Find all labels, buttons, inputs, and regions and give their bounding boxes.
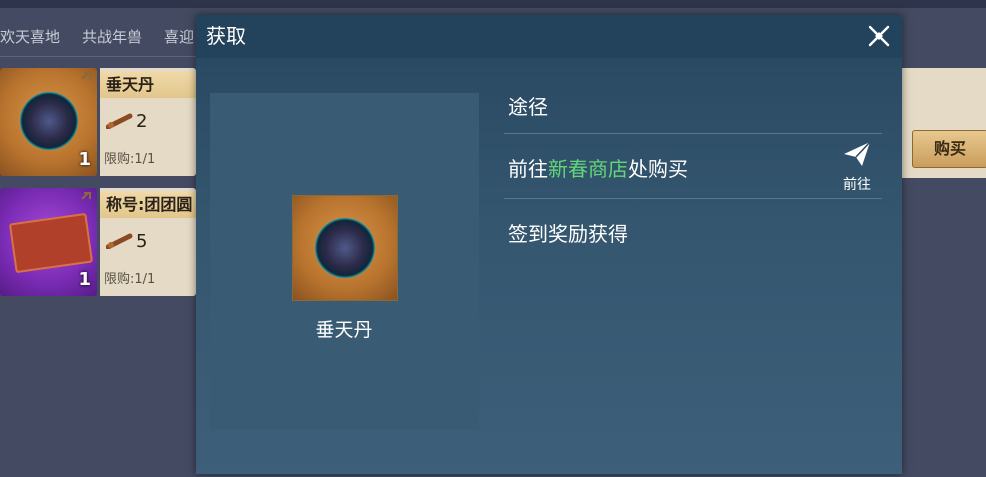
route-prefix: 前往 <box>508 157 548 181</box>
title-badge-icon <box>8 212 94 274</box>
currency-icon <box>106 233 133 249</box>
dialog-title: 获取 <box>206 24 246 48</box>
item-icon: 1 <box>0 188 97 296</box>
item-quantity: 1 <box>78 149 91 170</box>
item-icon: 1 <box>0 68 97 176</box>
shop-link[interactable]: 新春商店 <box>548 157 628 181</box>
item-cost: 5 <box>106 230 147 252</box>
item-name-large: 垂天丹 <box>315 319 373 341</box>
item-icon-large <box>292 195 398 301</box>
acquire-dialog: 获取 垂天丹 途径 前往新春商店处购买 前往 签到奖励获得 <box>196 15 902 474</box>
buy-button[interactable]: 购买 <box>912 130 986 168</box>
divider <box>504 133 882 134</box>
item-limit: 限购:1/1 <box>104 272 156 287</box>
tab-gongzhan[interactable]: 共战年兽 <box>82 26 154 47</box>
route-row-shop: 前往新春商店处购买 <box>508 153 688 182</box>
top-bar <box>0 0 986 8</box>
item-limit: 限购:1/1 <box>104 152 156 167</box>
route-suffix: 处购买 <box>628 157 688 181</box>
item-name: 称号:团团圆 <box>100 192 196 218</box>
currency-icon <box>106 113 133 129</box>
item-name: 垂天丹 <box>100 72 196 98</box>
item-cost-value: 5 <box>136 230 148 252</box>
item-cost: 2 <box>106 110 147 132</box>
goto-label: 前往 <box>843 177 871 193</box>
tab-underline <box>0 56 200 57</box>
item-info: 垂天丹 2 限购:1/1 <box>100 68 196 176</box>
shop-item-card[interactable]: 1 垂天丹 2 限购:1/1 <box>0 68 196 178</box>
item-cost-value: 2 <box>136 110 148 132</box>
paper-plane-icon <box>844 141 871 166</box>
dialog-header: 获取 <box>196 15 902 58</box>
orb-icon <box>315 218 375 278</box>
item-info: 称号:团团圆 5 限购:1/1 <box>100 188 196 296</box>
shop-item-card[interactable]: 1 称号:团团圆 5 限购:1/1 <box>0 188 196 298</box>
close-icon[interactable] <box>866 23 892 49</box>
link-icon <box>81 192 91 200</box>
divider <box>504 198 882 199</box>
item-quantity: 1 <box>78 269 91 290</box>
link-icon <box>81 72 91 80</box>
orb-icon <box>19 92 78 150</box>
route-section-title: 途径 <box>508 95 548 119</box>
goto-button[interactable]: 前往 <box>836 140 878 193</box>
route-row-signin: 签到奖励获得 <box>508 222 628 246</box>
tab-huantian[interactable]: 欢天喜地 <box>0 26 72 47</box>
